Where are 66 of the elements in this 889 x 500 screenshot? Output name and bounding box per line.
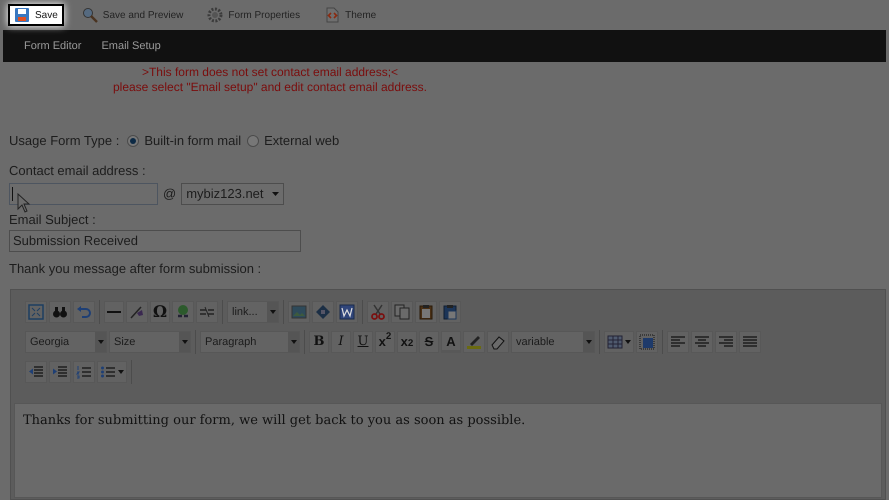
- numbered-list-icon: [76, 364, 92, 380]
- format-button[interactable]: x$^{2}$: [375, 331, 395, 353]
- caret-icon: [625, 340, 631, 344]
- clipboard-document-icon: [442, 304, 458, 320]
- caret-icon: [118, 370, 124, 374]
- nav-tab[interactable]: Form Editor: [24, 38, 82, 54]
- format-button[interactable]: x$_{2}$: [397, 331, 417, 353]
- warning-text: >This form does not set contact email address;<: [142, 65, 398, 80]
- brush-icon: [129, 304, 145, 320]
- format-button[interactable]: Ω: [150, 301, 170, 323]
- field-label: Contact email address :: [9, 162, 147, 180]
- binoculars-icon: [52, 304, 68, 320]
- toolbar-button[interactable]: Save and Preview: [76, 4, 190, 26]
- caret-icon: [586, 340, 592, 344]
- clipboard-icon: [418, 304, 434, 320]
- field-label: Thank you message after form submission :: [9, 260, 262, 278]
- caret-icon: [182, 340, 188, 344]
- radio-button[interactable]: [127, 135, 140, 147]
- undo-icon: [76, 304, 92, 320]
- diamond-film-icon: [315, 304, 331, 320]
- warning-text: please select "Email setup" and edit contact email address.: [112, 80, 428, 95]
- code-file-icon: [324, 7, 340, 23]
- radio-option[interactable]: External web: [247, 131, 340, 151]
- caret-icon: [270, 310, 276, 314]
- radio-option[interactable]: Built-in form mail: [127, 131, 242, 151]
- document-w-icon: [339, 304, 355, 320]
- dropdown[interactable]: link...: [227, 301, 279, 323]
- fullscreen-icon: [28, 304, 44, 320]
- caret-icon: [290, 340, 296, 344]
- toolbar-button[interactable]: Save: [8, 4, 64, 26]
- email-input-field[interactable]: [9, 182, 158, 204]
- dropdown[interactable]: Paragraph: [200, 331, 300, 353]
- message-editor-field[interactable]: Thanks for submitting our form, we will get back to you as soon as possible.: [14, 403, 882, 498]
- broken-chain-icon: [199, 304, 215, 320]
- dropdown[interactable]: Size: [109, 331, 191, 353]
- caret-icon: [98, 340, 104, 344]
- caret-icon: [272, 192, 279, 196]
- table-icon: [607, 334, 623, 350]
- copy-icon: [394, 304, 410, 320]
- format-button[interactable]: A: [441, 331, 461, 353]
- landscape-image-icon: [291, 304, 307, 320]
- toolbar-button[interactable]: [336, 301, 358, 323]
- horizontal-rule-icon: [107, 311, 121, 313]
- radio-button[interactable]: [247, 135, 260, 147]
- format-button[interactable]: I: [331, 331, 351, 353]
- gear-icon: [207, 7, 224, 23]
- dotted-selection-icon: [639, 334, 655, 350]
- eraser-icon: [490, 334, 506, 350]
- mouse-cursor-icon: [17, 193, 31, 213]
- nav-tab[interactable]: Email Setup: [101, 38, 161, 54]
- scissors-icon: [370, 304, 386, 320]
- highlighter-icon: [466, 334, 482, 350]
- format-button[interactable]: B: [309, 331, 329, 353]
- field-label: Email Subject :: [9, 210, 97, 229]
- dropdown[interactable]: Georgia: [25, 331, 107, 353]
- field-label: Usage Form Type :: [9, 132, 120, 150]
- dropdown[interactable]: variable: [511, 331, 595, 353]
- format-button[interactable]: U: [353, 331, 373, 353]
- format-button[interactable]: S: [419, 331, 439, 353]
- at-sign: @: [163, 184, 176, 203]
- magnifier-icon: [82, 7, 98, 23]
- toolbar-button[interactable]: Theme: [318, 4, 382, 26]
- bullet-list-icon: [100, 364, 116, 380]
- domain-select[interactable]: mybiz123.net: [181, 182, 284, 204]
- subject-input-field[interactable]: Submission Received: [9, 230, 301, 252]
- toolbar-button[interactable]: Form Properties: [201, 4, 306, 26]
